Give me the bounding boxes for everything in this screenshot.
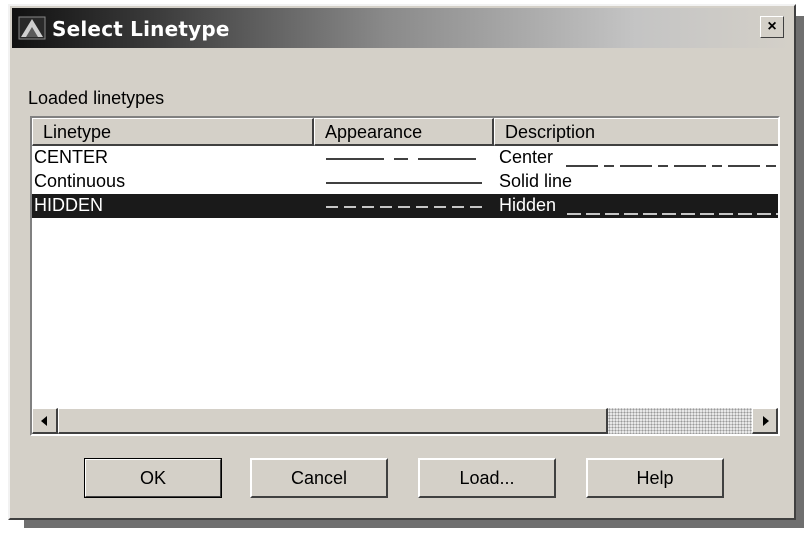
scroll-track[interactable] — [608, 408, 752, 434]
arrow-right-icon — [763, 416, 769, 426]
linetype-row[interactable]: HIDDEN Hidden — [32, 194, 778, 218]
linetype-description: Center — [499, 147, 554, 167]
linetype-description: Hidden — [499, 195, 557, 215]
scroll-right-button[interactable] — [752, 408, 778, 434]
linetype-appearance-sample — [326, 182, 482, 184]
autocad-icon — [18, 16, 46, 40]
horizontal-scrollbar[interactable] — [32, 408, 778, 434]
linetype-appearance-sample — [326, 206, 482, 208]
title-bar[interactable]: Select Linetype × — [12, 8, 792, 48]
scroll-thumb[interactable] — [58, 408, 608, 434]
linetype-list[interactable]: Linetype Appearance Description CENTER Ce… — [30, 116, 780, 436]
dialog-title: Select Linetype — [52, 17, 230, 41]
linetype-name: CENTER — [34, 147, 109, 167]
column-header-appearance[interactable]: Appearance — [314, 118, 494, 146]
scroll-left-button[interactable] — [32, 408, 58, 434]
load-button[interactable]: Load... — [418, 458, 556, 498]
list-header: Linetype Appearance Description — [32, 118, 778, 146]
arrow-left-icon — [41, 416, 47, 426]
select-linetype-dialog: Select Linetype × Loaded linetypes Linet… — [8, 4, 796, 520]
close-icon: × — [767, 18, 777, 35]
linetype-appearance-sample — [326, 158, 482, 160]
column-header-description[interactable]: Description — [494, 118, 778, 146]
list-rows: CENTER Center Continuous Solid line HIDDEN Hi… — [32, 146, 778, 218]
loaded-linetypes-label: Loaded linetypes — [28, 88, 165, 108]
linetype-row[interactable]: CENTER Center — [32, 146, 778, 170]
ok-button[interactable]: OK — [84, 458, 222, 498]
linetype-name: HIDDEN — [34, 195, 104, 215]
close-button[interactable]: × — [760, 16, 784, 38]
description-pattern — [567, 213, 778, 215]
linetype-name: Continuous — [34, 171, 126, 191]
help-button[interactable]: Help — [586, 458, 724, 498]
cancel-button[interactable]: Cancel — [250, 458, 388, 498]
description-pattern — [566, 165, 778, 167]
linetype-description: Solid line — [499, 171, 573, 191]
column-header-linetype[interactable]: Linetype — [32, 118, 314, 146]
linetype-row[interactable]: Continuous Solid line — [32, 170, 778, 194]
